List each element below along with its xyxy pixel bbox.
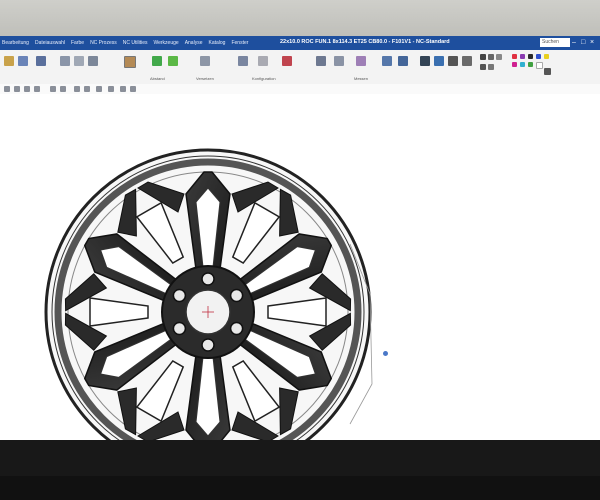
color-black-swatch[interactable] bbox=[528, 54, 533, 59]
select-icon[interactable] bbox=[4, 86, 10, 92]
view-top-icon[interactable] bbox=[496, 54, 502, 60]
drawing-canvas[interactable] bbox=[0, 94, 600, 476]
ribbon-toolbar: Abstand Versetzen Konfiguration Messen bbox=[0, 50, 600, 85]
tool-icon[interactable] bbox=[124, 56, 136, 68]
ribbon-label-messen: Messen bbox=[354, 76, 369, 81]
arc-icon[interactable] bbox=[24, 86, 30, 92]
minimize-button[interactable]: – bbox=[572, 39, 576, 47]
menu-item-dateiauswahl[interactable]: Dateiauswahl bbox=[35, 40, 65, 46]
menu-item-katalog[interactable]: Katalog bbox=[208, 40, 225, 46]
circle-icon[interactable] bbox=[34, 86, 40, 92]
red-tool-icon[interactable] bbox=[282, 56, 292, 66]
green-arrow-icon[interactable] bbox=[152, 56, 162, 66]
document-icon[interactable] bbox=[36, 56, 46, 66]
shade-icon[interactable] bbox=[488, 64, 494, 70]
close-button[interactable]: × bbox=[590, 39, 594, 47]
green-shape-icon[interactable] bbox=[168, 56, 178, 66]
zoom-area-icon[interactable] bbox=[448, 56, 458, 66]
analysis-icon[interactable] bbox=[356, 56, 366, 66]
view-cube-icon[interactable] bbox=[480, 54, 486, 60]
extend-icon[interactable] bbox=[84, 86, 90, 92]
offset-icon[interactable] bbox=[200, 56, 210, 66]
transform-icon[interactable] bbox=[238, 56, 248, 66]
menu-item-fenster[interactable]: Fenster bbox=[231, 40, 248, 46]
menu-item-nc-prozess[interactable]: NC Prozess bbox=[90, 40, 117, 46]
monitor-bottom-bezel bbox=[0, 440, 600, 476]
line-icon[interactable] bbox=[14, 86, 20, 92]
zoom-fit-icon[interactable] bbox=[434, 56, 444, 66]
menu-item-analyse[interactable]: Analyse bbox=[185, 40, 203, 46]
grid-icon[interactable] bbox=[88, 56, 98, 66]
rotate-icon[interactable] bbox=[398, 56, 408, 66]
menu-bar: Bearbeitung Dateiauswahl Farbe NC Prozes… bbox=[0, 40, 248, 46]
trim-icon[interactable] bbox=[74, 86, 80, 92]
color-cyan-swatch[interactable] bbox=[520, 62, 525, 67]
search-input[interactable]: Suchen bbox=[540, 38, 570, 47]
point-icon[interactable] bbox=[50, 86, 56, 92]
monitor-screen: Bearbeitung Dateiauswahl Farbe NC Prozes… bbox=[0, 36, 600, 476]
background-wall bbox=[0, 0, 600, 40]
color-blue-swatch[interactable] bbox=[536, 54, 541, 59]
save-icon[interactable] bbox=[18, 56, 28, 66]
color-red-swatch[interactable] bbox=[512, 54, 517, 59]
zoom-icon[interactable] bbox=[420, 56, 430, 66]
color-green-swatch[interactable] bbox=[528, 62, 533, 67]
color-yellow-swatch[interactable] bbox=[544, 54, 549, 59]
menu-item-farbe[interactable]: Farbe bbox=[71, 40, 84, 46]
view-icon[interactable] bbox=[60, 56, 70, 66]
maximize-button[interactable]: □ bbox=[581, 39, 585, 47]
render-icon[interactable] bbox=[480, 64, 486, 70]
curve-icon[interactable] bbox=[60, 86, 66, 92]
measure-icon[interactable] bbox=[316, 56, 326, 66]
open-icon[interactable] bbox=[4, 56, 14, 66]
menu-item-nc-utilities[interactable]: NC Utilities bbox=[123, 40, 148, 46]
color-white-swatch[interactable] bbox=[536, 62, 543, 69]
view-front-icon[interactable] bbox=[488, 54, 494, 60]
wheel-rim-drawing bbox=[44, 148, 373, 476]
ribbon-label-versetzen: Versetzen bbox=[196, 76, 214, 81]
title-bar: Bearbeitung Dateiauswahl Farbe NC Prozes… bbox=[0, 36, 600, 50]
window-title: 22x10.0 ROC FUN.1 8x114.3 ET25 CB80.0 - … bbox=[280, 39, 450, 45]
ribbon-label-abstand: Abstand bbox=[150, 76, 165, 81]
text-icon[interactable] bbox=[130, 86, 136, 92]
layer-icon[interactable] bbox=[74, 56, 84, 66]
config-icon[interactable] bbox=[258, 56, 268, 66]
mirror-icon[interactable] bbox=[96, 86, 102, 92]
color-purple-swatch[interactable] bbox=[520, 54, 525, 59]
pan-icon[interactable] bbox=[382, 56, 392, 66]
menu-item-bearbeitung[interactable]: Bearbeitung bbox=[2, 40, 29, 46]
ribbon-label-konfiguration: Konfiguration bbox=[252, 76, 276, 81]
desk-area bbox=[0, 476, 600, 500]
section-icon[interactable] bbox=[334, 56, 344, 66]
cursor-marker bbox=[383, 351, 388, 356]
check-icon[interactable] bbox=[544, 68, 551, 75]
display-icon[interactable] bbox=[462, 56, 472, 66]
pattern-icon[interactable] bbox=[108, 86, 114, 92]
color-magenta-swatch[interactable] bbox=[512, 62, 517, 67]
menu-item-werkzeuge[interactable]: Werkzeuge bbox=[153, 40, 178, 46]
dimension-icon[interactable] bbox=[120, 86, 126, 92]
